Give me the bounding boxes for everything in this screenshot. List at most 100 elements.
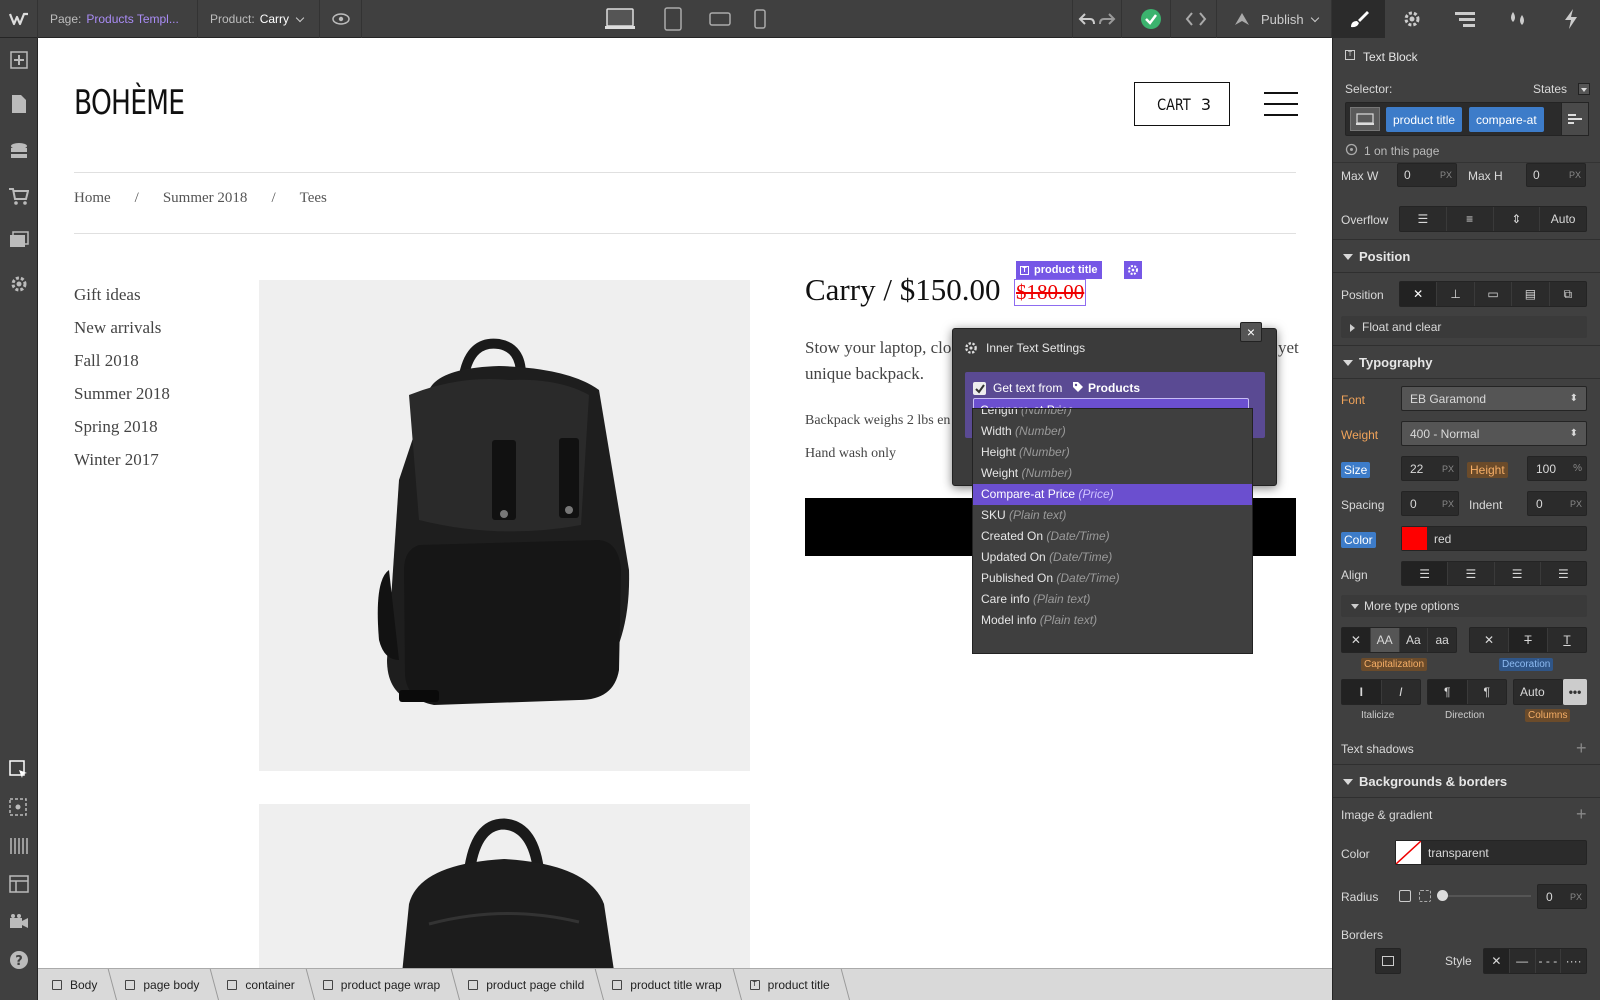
border-dashed-button[interactable]: - - -: [1536, 949, 1562, 973]
pages-button[interactable]: [0, 86, 38, 122]
max-h-input[interactable]: 0 PX: [1526, 163, 1586, 187]
get-text-checkbox[interactable]: [973, 382, 986, 395]
states-label[interactable]: States: [1533, 82, 1567, 96]
max-w-input[interactable]: 0 PX: [1397, 163, 1457, 187]
category-gift-ideas[interactable]: Gift ideas: [74, 278, 170, 311]
border-side-selector[interactable]: [1375, 948, 1401, 974]
option-compare-at-price[interactable]: Compare-at Price (Price): [973, 484, 1252, 505]
code-export-button[interactable]: [1175, 0, 1217, 38]
radius-individual-icon[interactable]: [1419, 890, 1431, 902]
product-image-secondary[interactable]: [259, 804, 750, 968]
indent-input[interactable]: 0 PX: [1527, 491, 1587, 516]
radius-all-icon[interactable]: [1399, 890, 1411, 902]
border-none-button[interactable]: ✕: [1484, 949, 1510, 973]
class-chip-product-title[interactable]: product title: [1386, 107, 1463, 132]
category-fall-2018[interactable]: Fall 2018: [74, 344, 170, 377]
breadcrumb-product-page-child[interactable]: product page child: [454, 969, 598, 1000]
breadcrumb-body[interactable]: Body: [38, 969, 111, 1000]
position-fixed-button[interactable]: ▤: [1512, 282, 1550, 306]
selector-field[interactable]: product title compare-at: [1345, 102, 1589, 136]
category-new-arrivals[interactable]: New arrivals: [74, 311, 170, 344]
line-height-input[interactable]: 100%: [1527, 456, 1587, 481]
breadcrumb-summer[interactable]: Summer 2018: [163, 190, 248, 210]
cap-uppercase-button[interactable]: AA: [1370, 628, 1400, 652]
option-height[interactable]: Height (Number): [973, 442, 1252, 463]
option-created-on[interactable]: Created On (Date/Time): [973, 526, 1252, 547]
landscape-phone-view-button[interactable]: [702, 0, 738, 38]
breadcrumb-product-page-wrap[interactable]: product page wrap: [309, 969, 454, 1000]
product-title-price[interactable]: Carry / $150.00: [805, 272, 1000, 308]
breadcrumb-tees[interactable]: Tees: [300, 190, 327, 210]
ecommerce-button[interactable]: [0, 178, 38, 214]
backgrounds-section-header[interactable]: Backgrounds & borders: [1333, 764, 1600, 798]
typography-section-header[interactable]: Typography: [1333, 345, 1600, 379]
overflow-visible-button[interactable]: ☰: [1400, 207, 1447, 231]
position-relative-button[interactable]: ⊥: [1437, 282, 1475, 306]
columns-input[interactable]: Auto: [1513, 679, 1563, 705]
more-type-options-toggle[interactable]: More type options: [1341, 595, 1587, 617]
breadcrumb-page-body[interactable]: page body: [111, 969, 213, 1000]
cart-button[interactable]: CART 3: [1134, 82, 1230, 126]
option-weight[interactable]: Weight (Number): [973, 463, 1252, 484]
product-selector[interactable]: Product: Carry: [198, 0, 320, 38]
tab-settings[interactable]: [1385, 0, 1438, 38]
position-static-button[interactable]: ✕: [1400, 282, 1438, 306]
publish-button[interactable]: Publish: [1225, 0, 1332, 38]
selection-badge[interactable]: T product title: [1016, 261, 1102, 279]
breadcrumb-container[interactable]: container: [213, 969, 308, 1000]
color-swatch[interactable]: [1402, 527, 1427, 550]
position-absolute-button[interactable]: ▭: [1475, 282, 1513, 306]
close-button[interactable]: ×: [1240, 322, 1262, 342]
selection-settings-button[interactable]: [1124, 261, 1142, 279]
overflow-auto-button[interactable]: Auto: [1540, 207, 1586, 231]
option-width[interactable]: Width (Number): [973, 421, 1252, 442]
cap-capitalize-button[interactable]: Aa: [1400, 628, 1429, 652]
size-input[interactable]: 22 PX: [1401, 456, 1459, 481]
preview-eye-button[interactable]: [320, 0, 362, 38]
help-button[interactable]: ?: [0, 942, 38, 978]
select-tool-button[interactable]: [0, 752, 38, 788]
option-sku[interactable]: SKU (Plain text): [973, 505, 1252, 526]
redo-icon[interactable]: [1098, 12, 1116, 26]
tab-interactions[interactable]: [1544, 0, 1597, 38]
add-element-button[interactable]: [0, 42, 38, 78]
project-settings-button[interactable]: [0, 266, 38, 302]
decoration-underline-button[interactable]: T: [1548, 628, 1586, 652]
class-chip-compare-at[interactable]: compare-at: [1469, 107, 1544, 132]
video-tutorials-button[interactable]: [0, 904, 38, 940]
brand-logo[interactable]: BOHÈME: [74, 83, 185, 123]
portrait-phone-view-button[interactable]: [745, 0, 775, 38]
tab-navigator[interactable]: [1438, 0, 1491, 38]
grid-overlay-button[interactable]: [0, 828, 38, 864]
breadcrumb-product-title[interactable]: Tproduct title: [736, 969, 844, 1000]
radius-slider-track[interactable]: [1441, 895, 1531, 897]
webflow-logo[interactable]: [0, 0, 38, 38]
hamburger-menu-icon[interactable]: [1264, 92, 1298, 116]
tab-style-manager[interactable]: [1491, 0, 1544, 38]
font-select[interactable]: EB Garamond ⬍: [1401, 386, 1587, 411]
weight-select[interactable]: 400 - Normal ⬍: [1401, 421, 1587, 446]
italic-on-button[interactable]: I: [1382, 680, 1421, 704]
cap-none-button[interactable]: ✕: [1342, 628, 1371, 652]
breadcrumb-home[interactable]: Home: [74, 190, 111, 210]
letter-spacing-input[interactable]: 0 PX: [1401, 491, 1459, 516]
transparent-swatch[interactable]: [1396, 841, 1421, 864]
align-right-button[interactable]: ☰: [1495, 562, 1541, 585]
option-model-info[interactable]: Model info (Plain text): [973, 610, 1252, 631]
breadcrumb-product-title-wrap[interactable]: product title wrap: [598, 969, 735, 1000]
option-updated-on[interactable]: Updated On (Date/Time): [973, 547, 1252, 568]
preview-outline-button[interactable]: [0, 790, 38, 826]
position-sticky-button[interactable]: ⧉: [1550, 282, 1586, 306]
decoration-none-button[interactable]: ✕: [1470, 628, 1509, 652]
radius-slider-handle[interactable]: [1437, 890, 1448, 901]
border-solid-button[interactable]: —: [1510, 949, 1536, 973]
align-left-button[interactable]: ☰: [1402, 562, 1449, 585]
tablet-view-button[interactable]: [655, 0, 691, 38]
selector-menu-button[interactable]: [1561, 102, 1589, 136]
position-section-header[interactable]: Position: [1333, 239, 1600, 273]
option-care-info[interactable]: Care info (Plain text): [973, 589, 1252, 610]
columns-more-button[interactable]: •••: [1563, 679, 1587, 705]
states-dropdown-icon[interactable]: [1578, 83, 1590, 95]
page-selector[interactable]: Page: Products Templ...: [38, 0, 198, 38]
category-summer-2018[interactable]: Summer 2018: [74, 377, 170, 410]
